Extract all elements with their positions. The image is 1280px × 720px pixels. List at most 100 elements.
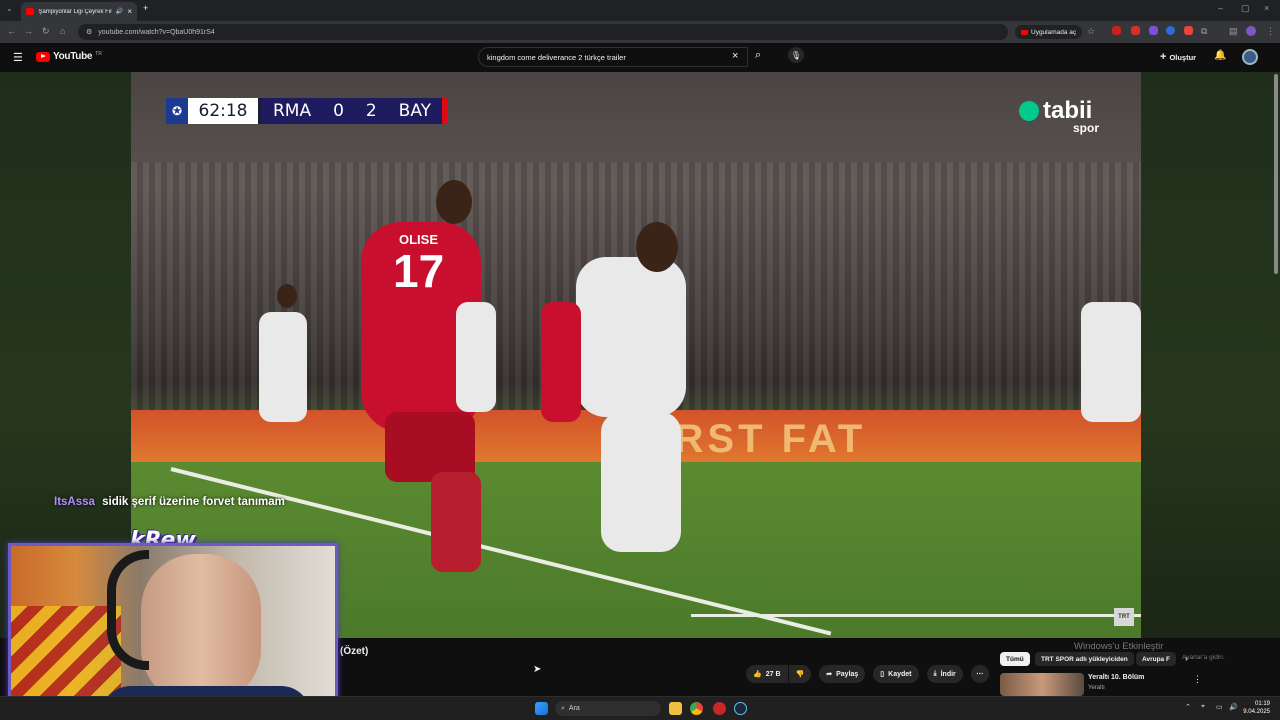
chrome-icon[interactable] <box>690 702 703 715</box>
youtube-app-icon <box>1021 29 1028 35</box>
search-icon[interactable]: ⌕ <box>755 49 761 62</box>
region-code: TR <box>95 50 102 57</box>
chip-all[interactable]: Tümü <box>1000 652 1030 666</box>
close-window-icon[interactable]: × <box>1264 3 1269 13</box>
youtube-logo[interactable]: YouTube TR <box>36 51 102 62</box>
jersey-number: 17 <box>393 245 445 297</box>
minimize-icon[interactable]: – <box>1218 3 1223 13</box>
recommendation-title[interactable]: Yeraltı 10. Bölüm <box>1088 674 1144 681</box>
chrome-menu-icon[interactable]: ⋮ <box>1266 26 1275 37</box>
new-tab-icon[interactable]: + <box>143 3 148 13</box>
player-white-right <box>1081 302 1141 422</box>
address-bar[interactable]: ⚙ youtube.com/watch?v=QbaU0h91rS4 <box>78 24 1008 40</box>
create-button[interactable]: + Oluştur <box>1160 51 1196 63</box>
notifications-bell-icon[interactable]: 🔔 <box>1214 50 1226 61</box>
player-white-far <box>456 302 496 412</box>
player-white-legs <box>601 412 681 552</box>
open-in-app-button[interactable]: Uygulamada aç <box>1015 25 1083 39</box>
scorebug-teams: RMA 0 2 BAY <box>262 98 442 124</box>
home-team: RMA <box>272 101 312 121</box>
extension-icon[interactable] <box>1131 26 1140 35</box>
taskbar-search[interactable]: ⌕ Ara <box>555 701 661 716</box>
bookmark-star-icon[interactable]: ☆ <box>1087 26 1095 37</box>
streamer-head <box>141 554 261 704</box>
taskbar-clock[interactable]: 01:19 9.04.2025 <box>1243 700 1270 716</box>
share-label: Paylaş <box>836 670 859 678</box>
sidebar-icon[interactable]: ▤ <box>1229 26 1238 37</box>
extensions-puzzle-icon[interactable]: ⧉ <box>1201 26 1207 37</box>
tab-active[interactable]: Şampiyonlar Ligi Çeyrek Fin 🔊 × <box>21 2 137 21</box>
tab-list-icon[interactable]: ⌄ <box>6 4 13 13</box>
download-icon: ⤓ <box>933 670 937 677</box>
trt-corner-logo: TRT <box>1114 608 1134 626</box>
browser-tab-bar: ⌄ Şampiyonlar Ligi Çeyrek Fin 🔊 × + – ▢ … <box>0 0 1280 21</box>
back-icon[interactable]: ← <box>7 26 16 36</box>
more-icon: ⋯ <box>976 671 984 678</box>
recommendation-menu-icon[interactable]: ⋮ <box>1193 674 1202 685</box>
recommendation-channel[interactable]: Yeraltı <box>1088 685 1105 691</box>
home-icon[interactable]: ⌂ <box>60 26 65 36</box>
location-icon[interactable]: ⌖ <box>1201 703 1205 711</box>
tab-close-icon[interactable]: × <box>127 7 132 16</box>
reload-icon[interactable]: ↻ <box>42 26 50 37</box>
steam-icon[interactable] <box>734 702 747 715</box>
forward-icon[interactable]: → <box>24 26 33 36</box>
tab-audio-icon[interactable]: 🔊 <box>116 8 123 15</box>
extension-icon[interactable] <box>1166 26 1175 35</box>
clock-date: 9.04.2025 <box>1243 709 1270 715</box>
recommendation-thumbnail[interactable] <box>1000 673 1084 696</box>
microphone-icon[interactable]: 🎙 <box>788 47 804 63</box>
player-head <box>636 222 678 272</box>
file-explorer-icon[interactable] <box>669 702 682 715</box>
maximize-icon[interactable]: ▢ <box>1241 3 1250 14</box>
champions-league-star-icon: ✪ <box>166 98 188 124</box>
player-red-far <box>541 302 581 422</box>
profile-avatar[interactable] <box>1246 26 1256 36</box>
open-in-app-label: Uygulamada aç <box>1031 28 1077 36</box>
chip-europe[interactable]: Avrupa F <box>1136 652 1176 666</box>
match-clock: 62:18 <box>188 98 258 124</box>
youtube-logo-text: YouTube <box>53 51 93 62</box>
dislike-button[interactable]: 👎 <box>788 665 812 683</box>
chat-username: ItsAssa <box>54 496 95 508</box>
account-avatar[interactable] <box>1242 49 1258 65</box>
clear-search-icon[interactable]: × <box>732 50 738 62</box>
chip-from-uploader[interactable]: TRT SPOR adlı yükleyiciden <box>1035 652 1134 666</box>
away-team-color <box>442 98 447 124</box>
search-icon: ⌕ <box>561 704 565 712</box>
search-input[interactable]: kingdom come deliverance 2 türkçe traile… <box>478 47 748 67</box>
volume-icon[interactable]: 🔊 <box>1229 703 1238 711</box>
video-actions: 👍 27 B 👎 ➦ Paylaş ▯ Kaydet ⤓ İndir ⋯ <box>746 665 989 683</box>
save-button[interactable]: ▯ Kaydet <box>873 665 919 683</box>
ambient-right-panel <box>1141 72 1280 638</box>
scrollbar[interactable] <box>1274 74 1278 274</box>
network-icon[interactable]: ▭ <box>1216 703 1223 711</box>
home-score: 0 <box>333 101 344 121</box>
taskbar-search-placeholder: Ara <box>568 705 580 712</box>
player-head <box>277 284 297 308</box>
extension-icon[interactable] <box>1149 26 1158 35</box>
windows-start-icon[interactable] <box>535 702 548 715</box>
extension-icon[interactable] <box>1112 26 1121 35</box>
more-actions-button[interactable]: ⋯ <box>970 665 989 683</box>
search-query-text: kingdom come deliverance 2 türkçe traile… <box>487 52 626 62</box>
chat-message: ItsAssa sidik şerif üzerine forvet tanım… <box>54 496 285 508</box>
mouse-cursor-icon: ➤ <box>533 664 542 675</box>
clock-time: 01:19 <box>1254 701 1270 707</box>
youtube-favicon-icon <box>26 8 35 15</box>
download-button[interactable]: ⤓ İndir <box>926 665 963 683</box>
extension-icon[interactable] <box>1184 26 1193 35</box>
plus-icon: + <box>1160 51 1167 63</box>
away-team: BAY <box>398 101 432 121</box>
player-white <box>259 312 307 422</box>
site-info-icon[interactable]: ⚙ <box>86 28 92 36</box>
like-button[interactable]: 👍 27 B <box>746 665 788 683</box>
hamburger-menu-icon[interactable]: ☰ <box>13 51 23 64</box>
tray-chevron-icon[interactable]: ⌃ <box>1185 703 1191 711</box>
player-red-legs <box>431 472 481 572</box>
windows-activation-subtitle: Ayarlar'a gidin. <box>1182 654 1225 661</box>
pitch-line <box>691 614 1141 617</box>
away-score: 2 <box>365 101 377 121</box>
share-button[interactable]: ➦ Paylaş <box>819 665 866 683</box>
app-icon[interactable] <box>713 702 726 715</box>
